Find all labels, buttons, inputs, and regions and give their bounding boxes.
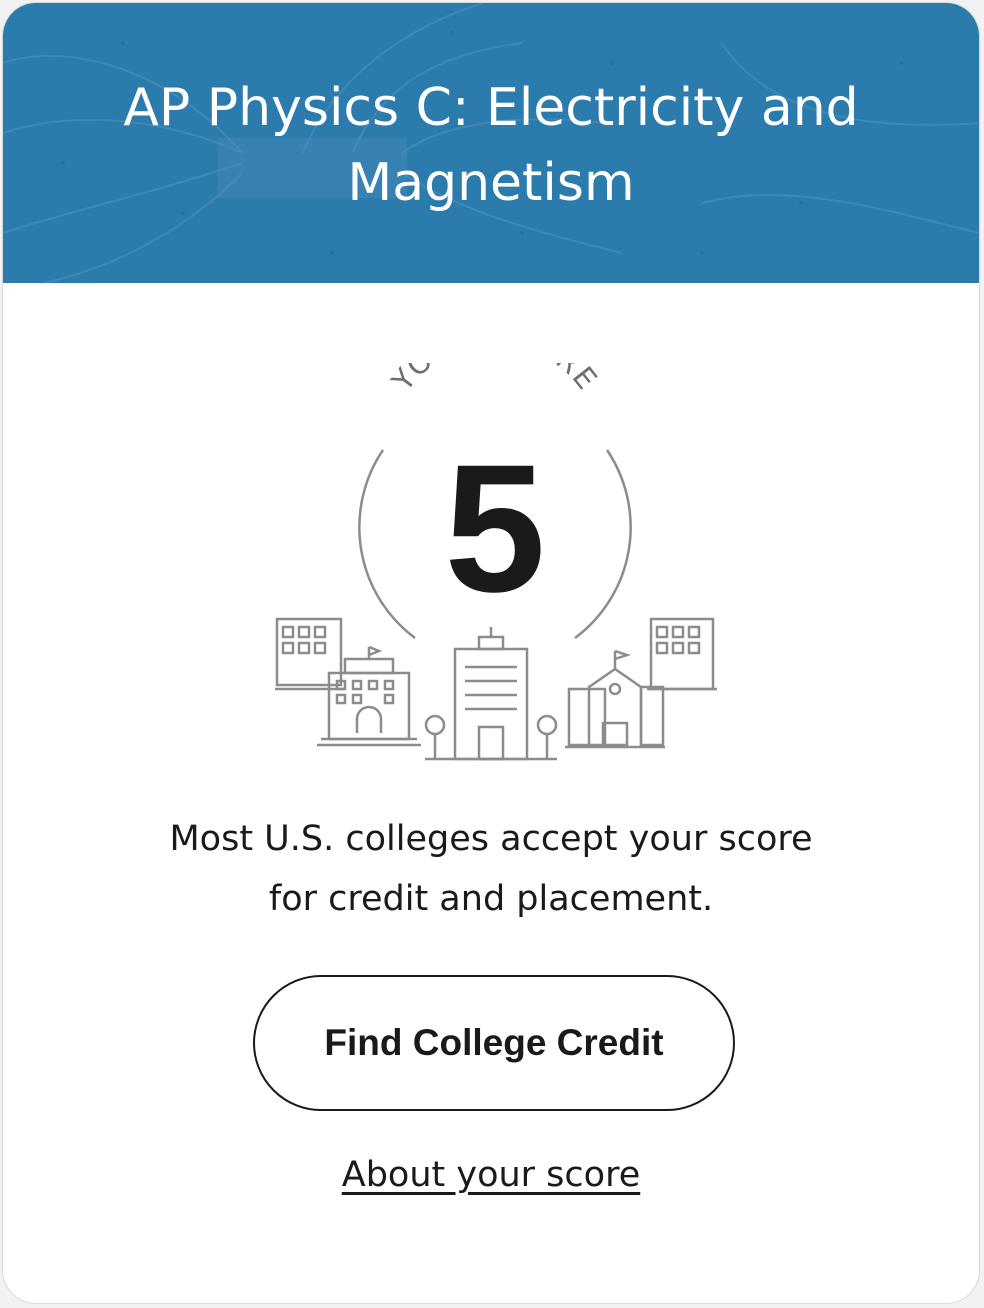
page-title: AP Physics C: Electricity and Magnetism [123,78,859,213]
score-illustration: YOUR SCORE 5 [275,363,717,761]
score-card: AP Physics C: Electricity and Magnetism … [2,2,980,1304]
college-buildings-icon [275,617,717,761]
score-ring [358,449,416,640]
find-college-credit-button[interactable]: Find College Credit [253,975,735,1111]
score-value: 5 [444,426,545,630]
about-your-score-link[interactable]: About your score [3,1155,979,1195]
score-label: YOUR SCORE [384,363,605,398]
score-message: Most U.S. colleges accept your score for… [169,819,813,919]
card-header: AP Physics C: Electricity and Magnetism [3,3,979,283]
score-ring-right [574,449,632,640]
